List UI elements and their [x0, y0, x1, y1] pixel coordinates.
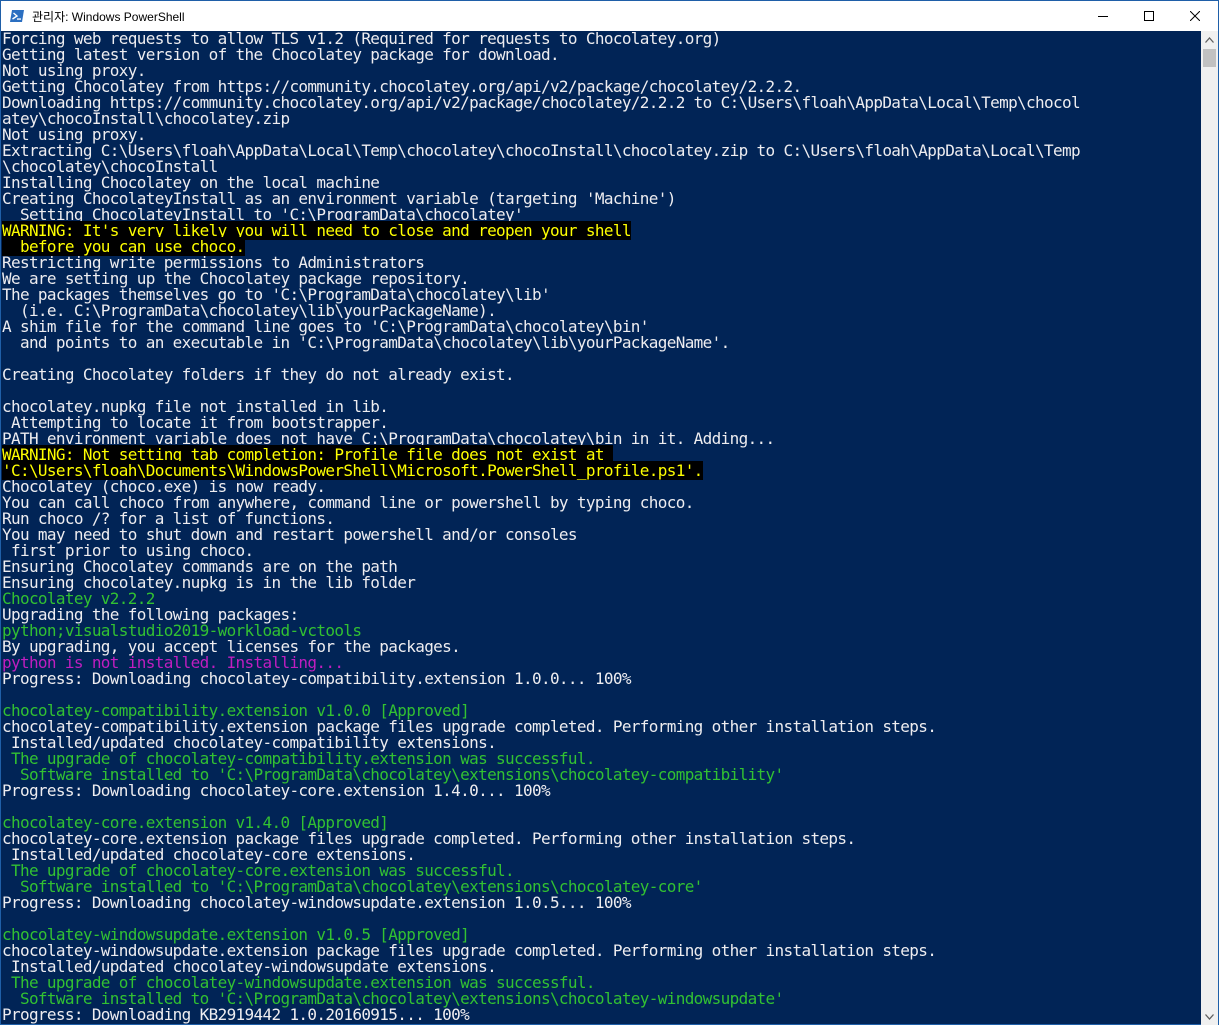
maximize-button[interactable]	[1126, 1, 1172, 31]
console-line: Ensuring chocolatey.nupkg is in the lib …	[2, 575, 1202, 591]
window-title: 관리자: Windows PowerShell	[32, 9, 185, 24]
scroll-up-arrow-icon[interactable]	[1201, 31, 1218, 48]
console-line: Getting latest version of the Chocolatey…	[2, 47, 1202, 63]
scrollbar-thumb[interactable]	[1203, 49, 1216, 67]
title-bar[interactable]: 관리자: Windows PowerShell	[1, 1, 1218, 31]
scroll-down-arrow-icon[interactable]	[1201, 1008, 1218, 1025]
window-controls	[1080, 1, 1218, 31]
console-line-text: Progress: Downloading KB2919442 1.0.2016…	[2, 1005, 470, 1024]
close-button[interactable]	[1172, 1, 1218, 31]
console-line: Progress: Downloading chocolatey-windows…	[2, 895, 1202, 911]
console-line-text: Progress: Downloading chocolatey-windows…	[2, 893, 631, 912]
console-line-text: Progress: Downloading chocolatey-core.ex…	[2, 781, 551, 800]
console-line-text: Progress: Downloading chocolatey-compati…	[2, 669, 631, 688]
maximize-icon	[1144, 11, 1154, 21]
console-line: Progress: Downloading chocolatey-compati…	[2, 671, 1202, 687]
console-line: Progress: Downloading KB2919442 1.0.2016…	[2, 1007, 1202, 1023]
minimize-icon	[1098, 16, 1108, 17]
console-line: Progress: Downloading chocolatey-core.ex…	[2, 783, 1202, 799]
close-icon	[1190, 11, 1200, 21]
console-line-text: and points to an executable in 'C:\Progr…	[2, 333, 730, 352]
powershell-icon	[10, 10, 24, 22]
console-line: Creating Chocolatey folders if they do n…	[2, 367, 1202, 383]
console-output[interactable]: Forcing web requests to allow TLS v1.2 (…	[2, 31, 1202, 1025]
console-line-text: Creating Chocolatey folders if they do n…	[2, 365, 515, 384]
console-line: atey\chocoInstall\chocolatey.zip	[2, 111, 1202, 127]
powershell-window: 관리자: Windows PowerShell Forcing web requ…	[0, 0, 1219, 1025]
vertical-scrollbar[interactable]	[1201, 31, 1218, 1025]
minimize-button[interactable]	[1080, 1, 1126, 31]
console-line: and points to an executable in 'C:\Progr…	[2, 335, 1202, 351]
